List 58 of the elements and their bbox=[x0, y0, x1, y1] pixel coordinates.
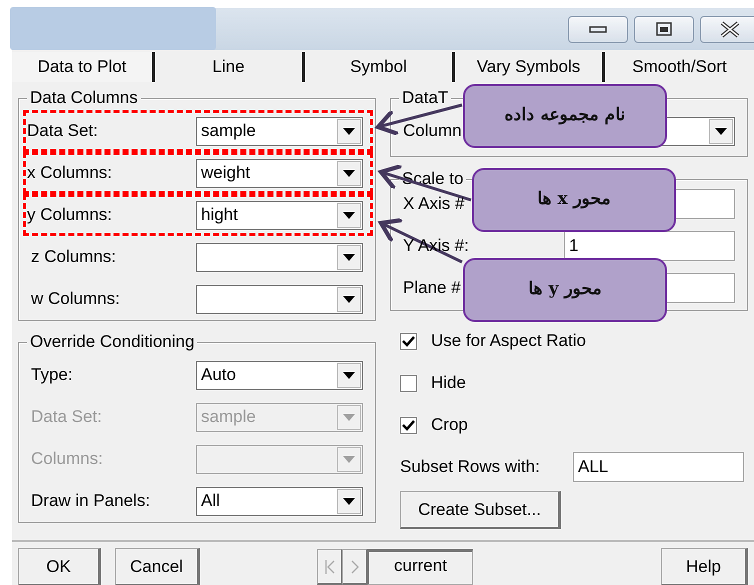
dropdown-arrow-icon bbox=[343, 170, 355, 176]
next-icon bbox=[350, 560, 358, 574]
next-record-button[interactable] bbox=[342, 549, 367, 585]
field-label: Subset Rows with: bbox=[400, 456, 540, 478]
dropdown-arrow-icon bbox=[343, 372, 355, 378]
checkbox[interactable] bbox=[400, 374, 417, 392]
ok-button[interactable]: OK bbox=[18, 548, 101, 585]
checkbox[interactable] bbox=[400, 332, 417, 350]
dropdown[interactable]: hight bbox=[196, 200, 363, 230]
callout-tooltip: محور y ها bbox=[463, 258, 667, 322]
input-field[interactable]: ALL bbox=[573, 452, 744, 482]
dropdown[interactable]: Auto bbox=[196, 360, 363, 390]
dropdown-arrow-icon bbox=[343, 212, 355, 218]
field-label: z Columns: bbox=[31, 246, 116, 268]
field-label: y Columns: bbox=[27, 204, 112, 226]
dropdown[interactable] bbox=[196, 242, 363, 272]
checkbox-label: Hide bbox=[431, 372, 466, 394]
callout-tooltip: نام مجموعه داده bbox=[463, 84, 667, 148]
help-button[interactable]: Help bbox=[661, 548, 748, 585]
dropdown-arrow-icon bbox=[343, 414, 355, 420]
dropdown[interactable] bbox=[196, 284, 363, 314]
field-label: Draw in Panels: bbox=[31, 490, 150, 512]
dropdown-arrow-icon bbox=[715, 128, 727, 134]
record-field: current bbox=[367, 549, 473, 585]
field-label: Type: bbox=[31, 364, 73, 386]
dropdown[interactable]: sample bbox=[196, 116, 363, 146]
field-label: Column bbox=[403, 120, 462, 142]
checkbox-label: Crop bbox=[431, 414, 468, 436]
field-label: X Axis # bbox=[403, 193, 464, 216]
create-subset-button[interactable]: Create Subset... bbox=[400, 491, 561, 529]
dropdown-arrow-icon bbox=[343, 128, 355, 134]
field-label: w Columns: bbox=[31, 288, 120, 310]
checkbox[interactable] bbox=[400, 416, 417, 434]
field-label: Columns: bbox=[31, 448, 103, 470]
first-record-button[interactable] bbox=[317, 549, 342, 585]
field-label: Plane # bbox=[403, 277, 461, 300]
field-label: Data Set: bbox=[27, 120, 98, 142]
cancel-button[interactable]: Cancel bbox=[115, 548, 200, 585]
close-button[interactable] bbox=[700, 16, 754, 42]
field-label: Data Set: bbox=[31, 406, 102, 428]
field-label: x Columns: bbox=[27, 162, 112, 184]
minimize-icon bbox=[589, 26, 607, 32]
dropdown-arrow-icon bbox=[343, 498, 355, 504]
minimize-button[interactable] bbox=[568, 16, 628, 42]
callout-tooltip: محور x ها bbox=[472, 168, 676, 232]
maximize-icon bbox=[656, 22, 672, 36]
first-icon bbox=[324, 560, 334, 574]
checkbox-label: Use for Aspect Ratio bbox=[431, 330, 586, 352]
close-icon bbox=[720, 20, 740, 38]
group-title: Override Conditioning bbox=[27, 332, 198, 352]
dropdown[interactable]: weight bbox=[196, 158, 363, 188]
input-field[interactable]: 1 bbox=[564, 231, 735, 261]
tab[interactable]: Data to Plot bbox=[12, 52, 155, 82]
maximize-button[interactable] bbox=[634, 16, 694, 42]
dropdown-arrow-icon bbox=[343, 296, 355, 302]
dropdown-arrow-icon bbox=[343, 254, 355, 260]
dropdown-arrow-icon bbox=[343, 456, 355, 462]
dropdown[interactable]: All bbox=[196, 486, 363, 516]
